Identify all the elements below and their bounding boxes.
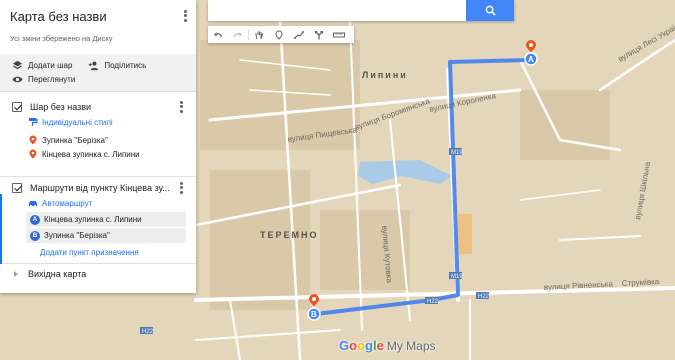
map-panel: Карта без назви Усі зміни збережено на Д…	[0, 0, 196, 293]
undo-button[interactable]	[208, 26, 228, 43]
save-status: Усі зміни збережено на Диску	[10, 34, 113, 43]
panel-header: Карта без назви Усі зміни збережено на Д…	[0, 0, 196, 54]
redo-icon	[233, 32, 242, 37]
add-layer-label: Додати шар	[28, 61, 73, 70]
map-toolbar	[208, 26, 354, 43]
layer-2-directions: Маршрути від пункту Кінцева зу... Автома…	[0, 177, 196, 264]
map-pin-icon	[29, 149, 37, 159]
active-layer-indicator	[0, 194, 2, 264]
add-destination-link[interactable]: Додати пункт призначення	[0, 245, 196, 259]
panel-actions: Додати шар Поділитись Переглянути	[0, 54, 196, 92]
road-shield-m19: M19	[451, 150, 463, 156]
map-label-lypyny: Липини	[362, 70, 408, 80]
paint-roller-icon	[29, 118, 38, 126]
place-item-berizka[interactable]: Зупинка "Берізка"	[0, 133, 196, 147]
road-shield-h22: H22	[478, 294, 490, 300]
destination-a-label: Кінцева зупинка с. Липини	[44, 215, 142, 224]
measure-button[interactable]	[329, 26, 349, 43]
map-options-kebab-icon[interactable]	[180, 9, 190, 23]
layer-2-header[interactable]: Маршрути від пункту Кінцева зу...	[0, 179, 196, 196]
map-pin-icon	[29, 135, 37, 145]
layer-1: Шар без назви Індивідуальні стилі Зупинк…	[0, 92, 196, 177]
destination-a-icon: A	[30, 214, 40, 225]
base-map-toggle[interactable]: Вихідна карта	[0, 264, 196, 284]
add-marker-button[interactable]	[269, 26, 289, 43]
redo-button[interactable]	[228, 26, 248, 43]
layers-icon	[12, 60, 23, 70]
layer-2-checkbox[interactable]	[12, 182, 22, 193]
place-item-lypyny[interactable]: Кінцева зупинка с. Липини	[0, 147, 196, 161]
place-label-lypyny: Кінцева зупинка с. Липини	[42, 149, 140, 159]
add-layer-button[interactable]: Додати шар	[12, 60, 72, 71]
individual-styles-link[interactable]: Індивідуальні стилі	[0, 115, 196, 129]
road-shield-m19: M19	[451, 274, 463, 280]
place-label-berizka: Зупинка "Берізка"	[42, 135, 108, 145]
eye-icon	[12, 76, 23, 83]
share-button[interactable]: Поділитись	[88, 60, 146, 71]
expand-triangle-icon	[14, 271, 18, 277]
undo-icon	[214, 32, 223, 37]
layer-2-options-kebab-icon[interactable]	[176, 181, 186, 195]
destination-b[interactable]: B Зупинка "Берізка"	[26, 228, 186, 243]
destination-b-label: Зупинка "Берізка"	[44, 231, 110, 240]
search-icon	[485, 5, 496, 16]
travel-mode-label: Автомаршрут	[42, 198, 93, 208]
svg-text:A: A	[528, 55, 534, 64]
layer-1-header[interactable]: Шар без назви	[0, 98, 196, 115]
destination-b-icon: B	[30, 230, 40, 241]
draw-line-button[interactable]	[289, 26, 309, 43]
ruler-icon	[333, 32, 345, 37]
draw-line-icon	[294, 30, 304, 39]
hand-icon	[255, 30, 264, 39]
road-shield-h22: H22	[142, 329, 154, 335]
share-label: Поділитись	[104, 61, 147, 70]
road-shield-h22: H22	[427, 299, 439, 305]
map-label-teremno: ТЕРЕМНО	[260, 230, 319, 240]
preview-button[interactable]: Переглянути	[12, 74, 75, 85]
destination-a[interactable]: A Кінцева зупинка с. Липини	[26, 212, 186, 227]
svg-text:B: B	[311, 310, 317, 319]
marker-icon	[275, 29, 283, 40]
google-wordmark: Google	[339, 338, 384, 353]
layer-1-options-kebab-icon[interactable]	[176, 100, 186, 114]
base-map-label: Вихідна карта	[28, 269, 87, 279]
map-title[interactable]: Карта без назви	[10, 9, 196, 24]
layer-1-title[interactable]: Шар без назви	[30, 102, 91, 112]
layer-1-checkbox[interactable]	[12, 101, 22, 112]
my-maps-wordmark: My Maps	[386, 339, 436, 353]
preview-label: Переглянути	[28, 75, 76, 84]
search-input[interactable]	[208, 0, 466, 21]
pan-hand-button[interactable]	[249, 26, 269, 43]
travel-mode-selector[interactable]: Автомаршрут	[0, 196, 196, 210]
search-button[interactable]	[466, 0, 514, 21]
search-box	[208, 0, 514, 21]
individual-styles-label: Індивідуальні стилі	[42, 117, 113, 127]
car-icon	[29, 201, 37, 207]
google-my-maps-logo: Google My Maps	[339, 338, 436, 354]
add-person-icon	[89, 61, 99, 71]
add-directions-button[interactable]	[309, 26, 329, 43]
directions-icon	[315, 30, 323, 39]
layer-2-title[interactable]: Маршрути від пункту Кінцева зу...	[30, 183, 170, 193]
